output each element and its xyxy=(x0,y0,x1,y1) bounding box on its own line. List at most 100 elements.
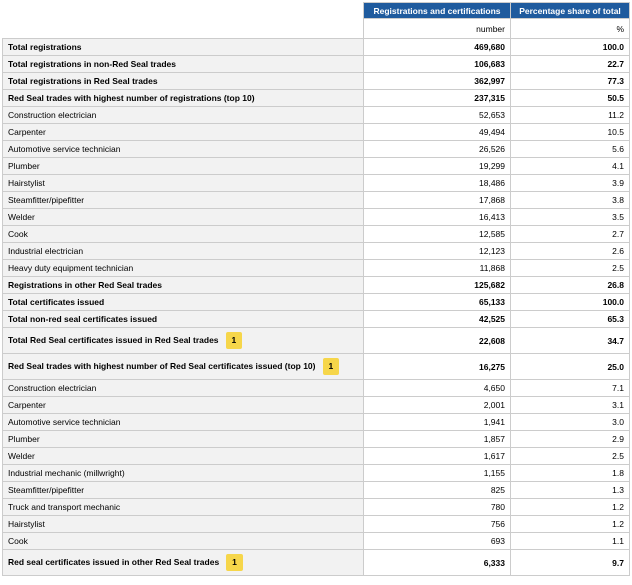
row-percentage-cell: 3.5 xyxy=(510,208,630,226)
row-label: Industrial electrician xyxy=(8,246,84,256)
table-row: Automotive service technician 26,526 5.6 xyxy=(2,140,630,158)
unit-header-row: number % xyxy=(2,18,630,39)
row-value-cell: 4,650 xyxy=(363,379,511,397)
row-label: Registrations in other Red Seal trades xyxy=(8,280,162,290)
row-value-cell: 756 xyxy=(363,515,511,533)
row-percentage-cell: 22.7 xyxy=(510,55,630,73)
row-percentage-cell: 3.9 xyxy=(510,174,630,192)
row-percentage-cell: 1.1 xyxy=(510,532,630,550)
table-row: Construction electrician 52,653 11.2 xyxy=(2,106,630,124)
row-value-cell: 16,275 xyxy=(363,353,511,380)
row-value-cell: 26,526 xyxy=(363,140,511,158)
row-label: Total non-red seal certificates issued xyxy=(8,314,158,324)
row-label-cell: Red seal certificates issued in other Re… xyxy=(2,549,364,576)
row-label: Red Seal trades with highest number of r… xyxy=(8,93,255,103)
row-value-cell: 17,868 xyxy=(363,191,511,209)
row-label: Hairstylist xyxy=(8,519,45,529)
row-label-cell: Total registrations in Red Seal trades xyxy=(2,72,364,90)
row-percentage-cell: 11.2 xyxy=(510,106,630,124)
row-label-cell: Welder xyxy=(2,208,364,226)
row-label: Construction electrician xyxy=(8,110,97,120)
row-label-cell: Red Seal trades with highest number of r… xyxy=(2,89,364,107)
footnote-badge[interactable]: 1 xyxy=(225,332,243,349)
row-label-cell: Total registrations in non-Red Seal trad… xyxy=(2,55,364,73)
row-percentage-cell: 2.5 xyxy=(510,259,630,277)
row-label: Total registrations in non-Red Seal trad… xyxy=(8,59,176,69)
table-row: Construction electrician 4,650 7.1 xyxy=(2,379,630,397)
table-row: Welder 1,617 2.5 xyxy=(2,447,630,465)
row-percentage-cell: 77.3 xyxy=(510,72,630,90)
row-label-cell: Cook xyxy=(2,225,364,243)
row-label: Total registrations xyxy=(8,42,82,52)
row-label: Cook xyxy=(8,536,28,546)
row-value-cell: 52,653 xyxy=(363,106,511,124)
row-label-cell: Carpenter xyxy=(2,123,364,141)
row-label: Carpenter xyxy=(8,400,46,410)
row-label-cell: Industrial mechanic (millwright) xyxy=(2,464,364,482)
row-label: Total Red Seal certificates issued in Re… xyxy=(8,334,219,345)
table-row: Red seal certificates issued in other Re… xyxy=(2,549,630,576)
table-row: Total non-red seal certificates issued 42… xyxy=(2,310,630,328)
row-percentage-cell: 50.5 xyxy=(510,89,630,107)
row-label: Industrial mechanic (millwright) xyxy=(8,468,125,478)
row-percentage-cell: 7.1 xyxy=(510,379,630,397)
table-row: Heavy duty equipment technician 11,868 2.5 xyxy=(2,259,630,277)
row-percentage-cell: 2.9 xyxy=(510,430,630,448)
row-label: Plumber xyxy=(8,161,40,171)
data-table: Registrations and certifications Percent… xyxy=(2,2,630,576)
row-label-cell: Total non-red seal certificates issued xyxy=(2,310,364,328)
table-row: Cook 12,585 2.7 xyxy=(2,225,630,243)
header-blank-cell xyxy=(2,2,364,19)
footnote-badge[interactable]: 1 xyxy=(226,554,243,571)
row-value-cell: 1,857 xyxy=(363,430,511,448)
row-label: Steamfitter/pipefitter xyxy=(8,485,85,495)
table-row: Red Seal trades with highest number of r… xyxy=(2,89,630,107)
row-label-cell: Automotive service technician xyxy=(2,140,364,158)
row-value-cell: 1,941 xyxy=(363,413,511,431)
unit-label-number: number xyxy=(363,18,511,39)
row-label-cell: Total certificates issued xyxy=(2,293,364,311)
row-label-cell: Construction electrician xyxy=(2,379,364,397)
row-percentage-cell: 1.3 xyxy=(510,481,630,499)
table-row: Industrial mechanic (millwright) 1,155 1.8 xyxy=(2,464,630,482)
row-percentage-cell: 100.0 xyxy=(510,293,630,311)
row-label-cell: Welder xyxy=(2,447,364,465)
row-percentage-cell: 1.8 xyxy=(510,464,630,482)
row-label-cell: Total registrations xyxy=(2,38,364,56)
table-row: Total certificates issued 65,133 100.0 xyxy=(2,293,630,311)
row-label: Carpenter xyxy=(8,127,46,137)
row-value-cell: 11,868 xyxy=(363,259,511,277)
row-percentage-cell: 100.0 xyxy=(510,38,630,56)
row-label-cell: Plumber xyxy=(2,430,364,448)
row-value-cell: 22,608 xyxy=(363,327,511,354)
column-header-registrations: Registrations and certifications xyxy=(363,2,511,19)
column-header-percentage: Percentage share of total xyxy=(510,2,630,19)
row-label-cell: Hairstylist xyxy=(2,174,364,192)
table-row: Red Seal trades with highest number of R… xyxy=(2,353,630,380)
row-label-cell: Construction electrician xyxy=(2,106,364,124)
row-percentage-cell: 3.0 xyxy=(510,413,630,431)
row-value-cell: 825 xyxy=(363,481,511,499)
table-row: Total registrations in Red Seal trades 36… xyxy=(2,72,630,90)
row-value-cell: 237,315 xyxy=(363,89,511,107)
table-body: Total registrations 469,680 100.0 Total reg… xyxy=(2,38,630,576)
row-label-cell: Steamfitter/pipefitter xyxy=(2,481,364,499)
row-label-cell: Heavy duty equipment technician xyxy=(2,259,364,277)
table-row: Hairstylist 18,486 3.9 xyxy=(2,174,630,192)
row-percentage-cell: 26.8 xyxy=(510,276,630,294)
table-row: Welder 16,413 3.5 xyxy=(2,208,630,226)
row-label-cell: Industrial electrician xyxy=(2,242,364,260)
row-value-cell: 1,155 xyxy=(363,464,511,482)
table-row: Automotive service technician 1,941 3.0 xyxy=(2,413,630,431)
row-label-cell: Truck and transport mechanic xyxy=(2,498,364,516)
row-value-cell: 693 xyxy=(363,532,511,550)
table-row: Industrial electrician 12,123 2.6 xyxy=(2,242,630,260)
footnote-badge[interactable]: 1 xyxy=(322,358,340,375)
row-label: Total registrations in Red Seal trades xyxy=(8,76,158,86)
row-value-cell: 49,494 xyxy=(363,123,511,141)
row-label-cell: Total Red Seal certificates issued in Re… xyxy=(2,327,364,354)
row-value-cell: 12,585 xyxy=(363,225,511,243)
row-label: Hairstylist xyxy=(8,178,45,188)
row-percentage-cell: 3.8 xyxy=(510,191,630,209)
unit-label-percent: % xyxy=(510,18,630,39)
